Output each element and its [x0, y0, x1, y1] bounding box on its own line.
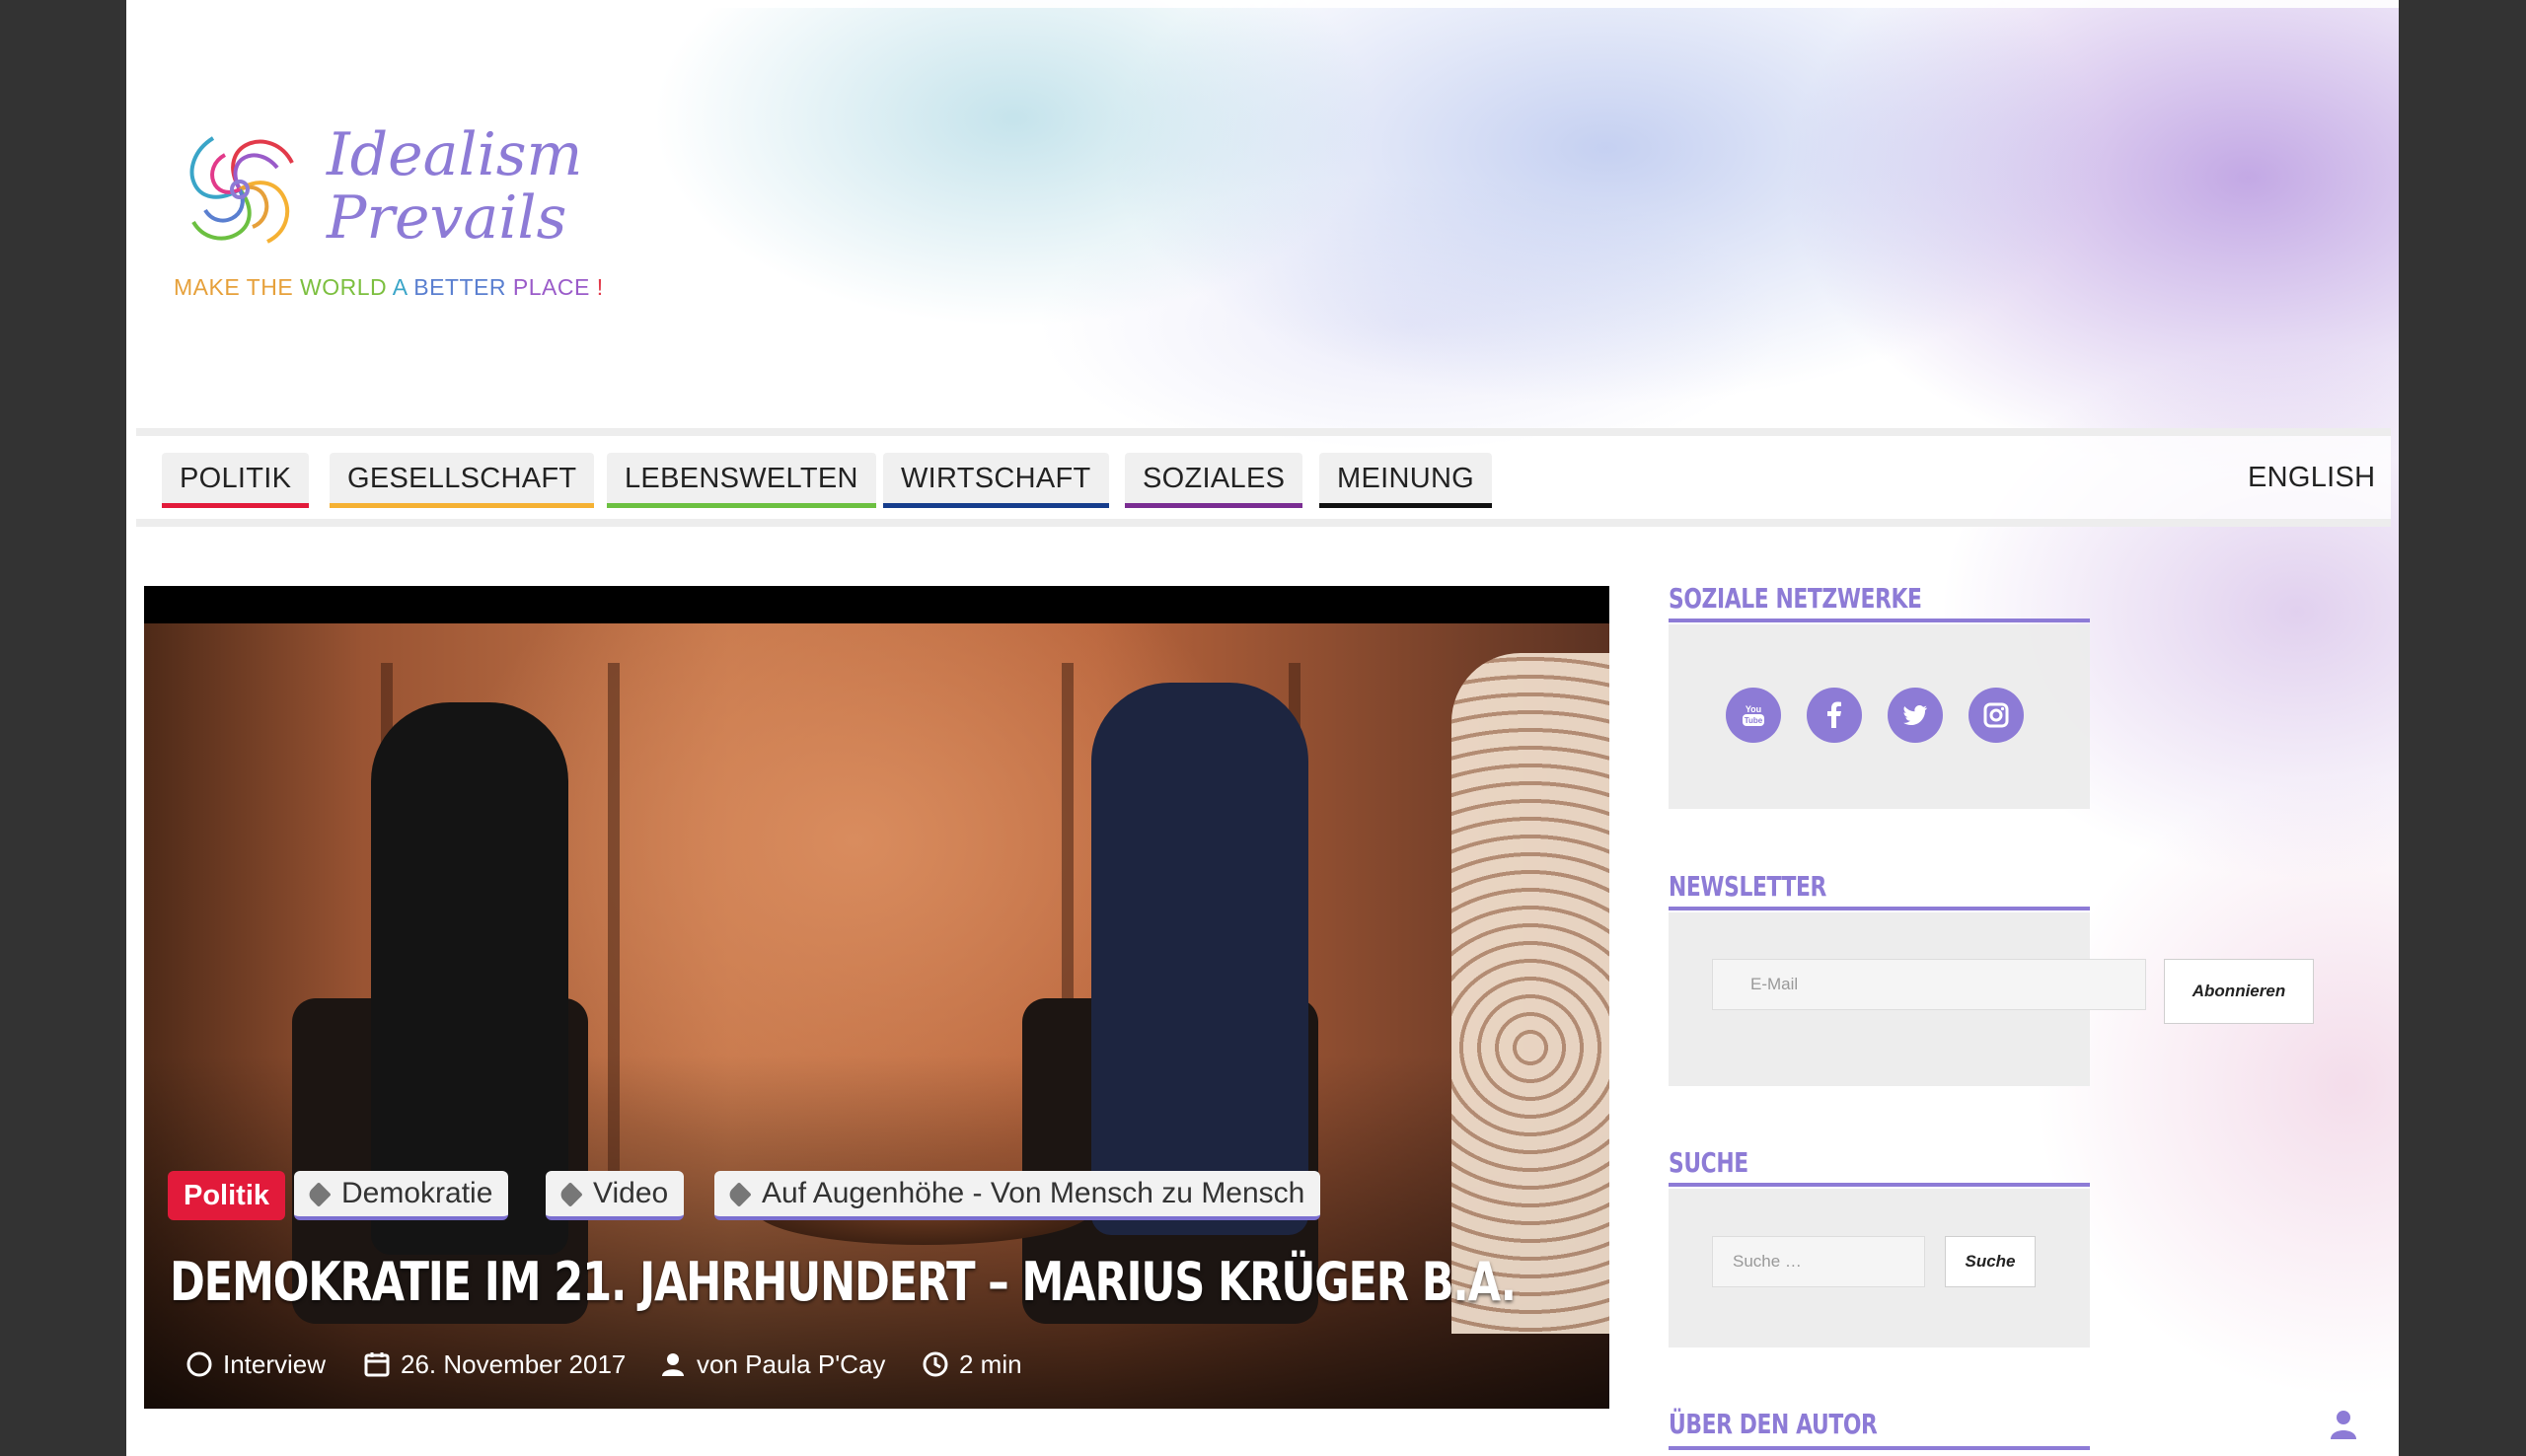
tagline-word: PLACE [512, 274, 597, 300]
twitter-icon[interactable] [1888, 688, 1943, 743]
newsletter-subscribe-button[interactable]: Abonnieren [2164, 959, 2314, 1024]
tag-video[interactable]: Video [546, 1171, 685, 1220]
top-strip [126, 0, 2399, 8]
tagline-word: THE [246, 274, 301, 300]
sidebar-rule [1669, 907, 2090, 910]
youtube-glyph: You Tube [1743, 704, 1764, 726]
circle-icon [186, 1351, 212, 1377]
newsletter-email-input[interactable]: E-Mail [1712, 959, 2146, 1010]
nav-item-soziales[interactable]: SOZIALES [1125, 453, 1303, 508]
tag-auf-augenhoehe[interactable]: Auf Augenhöhe - Von Mensch zu Mensch [714, 1171, 1321, 1220]
svg-text:You: You [1746, 704, 1761, 714]
sidebar-rule [1669, 1183, 2090, 1187]
page: Idealism Prevails MAKE THE WORLD A BETTE… [126, 0, 2399, 1456]
meta-date: 26. November 2017 [363, 1349, 626, 1379]
user-icon [2331, 1411, 2356, 1439]
youtube-icon[interactable]: You Tube [1726, 688, 1781, 743]
tag-label: Demokratie [341, 1177, 493, 1209]
nav-label: GESELLSCHAFT [347, 463, 577, 494]
tag-icon [726, 1182, 752, 1207]
tag-icon [306, 1182, 332, 1207]
tag-demokratie[interactable]: Demokratie [294, 1171, 509, 1220]
nav-label: MEINUNG [1337, 463, 1475, 494]
nav-label: WIRTSCHAFT [901, 463, 1091, 494]
nav-label: SOZIALES [1143, 463, 1286, 494]
tagline-word: A [392, 274, 414, 300]
sidebar-title-social: SOZIALE NETZWERKE [1669, 582, 1922, 615]
article-title[interactable]: DEMOKRATIE IM 21. JAHRHUNDERT – MARIUS K… [170, 1251, 1517, 1313]
tag-label: Auf Augenhöhe - Von Mensch zu Mensch [762, 1177, 1305, 1209]
meta-reading-time-label: 2 min [959, 1349, 1022, 1379]
sidebar-title-author: ÜBER DEN AUTOR [1669, 1408, 1878, 1440]
sidebar-rule [1669, 619, 2090, 622]
search-button[interactable]: Suche [1945, 1236, 2036, 1287]
sidebar-rule [1669, 1446, 2090, 1450]
nav-item-wirtschaft[interactable]: WIRTSCHAFT [883, 453, 1109, 508]
sidebar-title-search: SUCHE [1669, 1146, 1748, 1179]
logo-wordmark: Idealism Prevails [327, 123, 582, 250]
logo-name-line2: Prevails [327, 183, 567, 253]
nav-item-meinung[interactable]: MEINUNG [1319, 453, 1493, 508]
tagline-word: WORLD [300, 274, 393, 300]
category-badge-politik[interactable]: Politik [168, 1171, 286, 1220]
tagline-word: BETTER [413, 274, 513, 300]
meta-author-label: von Paula P'Cay [697, 1349, 886, 1379]
meta-author[interactable]: von Paula P'Cay [659, 1349, 885, 1379]
scene-pillar [608, 663, 620, 1215]
meta-format-label: Interview [223, 1349, 327, 1379]
user-icon [662, 1353, 684, 1376]
site-logo[interactable]: Idealism Prevails MAKE THE WORLD A BETTE… [174, 113, 628, 311]
tag-icon [557, 1182, 583, 1207]
nav-item-gesellschaft[interactable]: GESELLSCHAFT [330, 453, 595, 508]
nav-item-lebenswelten[interactable]: LEBENSWELTEN [607, 453, 876, 508]
clock-icon [923, 1351, 948, 1377]
scene-lamp [1451, 653, 1609, 1334]
tagline-word: MAKE [174, 274, 247, 300]
svg-text:Tube: Tube [1745, 716, 1763, 725]
meta-date-label: 26. November 2017 [401, 1349, 627, 1379]
logo-tagline: MAKE THE WORLD A BETTER PLACE ! [174, 274, 604, 301]
instagram-glyph [1983, 702, 2009, 728]
language-switch-english[interactable]: ENGLISH [2248, 456, 2375, 499]
meta-reading-time: 2 min [922, 1349, 1022, 1379]
sidebar-title-newsletter: NEWSLETTER [1669, 870, 1826, 903]
tagline-word: ! [596, 274, 604, 300]
nav-item-politik[interactable]: POLITIK [162, 453, 310, 508]
logo-name-line1: Idealism [327, 120, 583, 189]
calendar-icon [364, 1352, 390, 1377]
nav-label: POLITIK [180, 463, 292, 494]
logo-swirl-icon [189, 136, 294, 244]
scene-guest [1091, 683, 1308, 1235]
twitter-glyph [1903, 704, 1927, 726]
tag-label: Video [593, 1177, 669, 1209]
search-input[interactable]: Suche … [1712, 1236, 1925, 1287]
nav-label: LEBENSWELTEN [625, 463, 858, 494]
instagram-icon[interactable] [1969, 688, 2024, 743]
meta-format[interactable]: Interview [186, 1349, 326, 1379]
facebook-icon[interactable] [1807, 688, 1862, 743]
facebook-glyph [1827, 701, 1841, 728]
